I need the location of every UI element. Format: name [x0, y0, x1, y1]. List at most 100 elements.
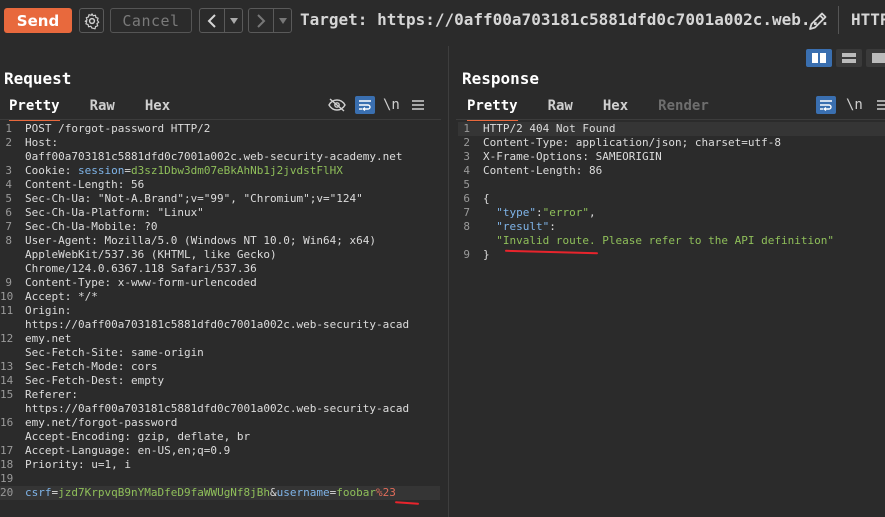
response-tab-raw[interactable]: Raw [548, 95, 573, 119]
code-text: Sec-Ch-Ua: "Not-A.Brand";v="99", "Chromi… [12, 192, 363, 206]
code-text: User-Agent: Mozilla/5.0 (Windows NT 10.0… [12, 234, 376, 248]
response-tab-divider [456, 119, 885, 120]
line-number: 9 [5, 276, 12, 289]
response-word-wrap-button[interactable] [816, 96, 836, 114]
response-menu-button[interactable] [873, 96, 885, 114]
line-number: 1 [463, 122, 470, 135]
line-number: 3 [5, 164, 12, 177]
code-token: Origin: [25, 304, 72, 317]
request-code-line: 10 Accept: */* [0, 290, 440, 304]
code-token: Referer: [25, 388, 78, 401]
layout-tabs-button[interactable] [866, 49, 885, 67]
code-text: Origin: [12, 304, 71, 318]
code-token: "error" [542, 206, 589, 219]
line-number: 11 [0, 304, 14, 317]
request-code-line: 11 Origin: [0, 304, 440, 318]
line-number: 13 [0, 360, 14, 373]
code-text: Sec-Ch-Ua-Mobile: ?0 [12, 220, 157, 234]
wrap-icon [820, 100, 832, 111]
code-token: https://0aff00a703181c5881dfd0c7001a002c… [25, 318, 410, 331]
code-text: https://0aff00a703181c5881dfd0c7001a002c… [12, 318, 409, 332]
line-number: 12 [0, 332, 14, 345]
code-token: Sec-Ch-Ua-Platform: "Linux" [25, 206, 204, 219]
code-text: Host: [12, 136, 58, 150]
line-number: 14 [0, 374, 14, 387]
request-editor[interactable]: 1 POST /forgot-password HTTP/2 2 Host: 0aff0… [0, 122, 440, 500]
single-pane-icon [872, 53, 885, 63]
line-number [0, 262, 12, 276]
response-code-line: 6{ [458, 192, 885, 206]
code-token: d3sz1Dbw3dm07eBkAhNb1j2jvdstFlHX [130, 164, 343, 177]
back-button[interactable] [199, 8, 243, 33]
response-tab-render[interactable]: Render [658, 95, 709, 119]
send-button[interactable]: Send [4, 8, 72, 33]
code-text: emy.net/forgot-password [12, 416, 177, 430]
code-token: { [483, 192, 490, 205]
chevron-left-icon [200, 9, 225, 32]
response-code-line: "Invalid route. Please refer to the API … [458, 234, 885, 248]
request-code-line: 7 Sec-Ch-Ua-Mobile: ?0 [0, 220, 440, 234]
code-token: = [124, 164, 131, 177]
response-show-newlines-button[interactable]: \n [846, 97, 863, 113]
code-text: Chrome/124.0.6367.118 Safari/537.36 [12, 262, 257, 276]
code-text: } [470, 248, 490, 262]
request-tab-raw[interactable]: Raw [90, 95, 115, 119]
request-code-line: 4 Content-Length: 56 [0, 178, 440, 192]
code-token: "type" [483, 206, 536, 219]
response-code-line: 4 Content-Length: 86 [458, 164, 885, 178]
code-text: 0aff00a703181c5881dfd0c7001a002c.web-sec… [12, 150, 403, 164]
line-number: 6 [463, 192, 470, 205]
line-number [458, 234, 470, 248]
code-text: csrf=jzd7KrpvqB9nYMaDfeD9faWWUgNf8jBh&us… [12, 486, 396, 500]
code-token: csrf [25, 486, 52, 499]
request-tab-pretty[interactable]: Pretty [9, 95, 60, 121]
chevron-down-icon[interactable] [225, 17, 242, 24]
response-editor[interactable]: 1 HTTP/2 404 Not Found 2 Content-Type: appl… [458, 122, 885, 262]
response-code-line: 8 "result": [458, 220, 885, 234]
request-code-line: 6 Sec-Ch-Ua-Platform: "Linux" [0, 206, 440, 220]
request-code-line: 3 Cookie: session=d3sz1Dbw3dm07eBkAhNb1j2… [0, 164, 440, 178]
response-code-line: 3 X-Frame-Options: SAMEORIGIN [458, 150, 885, 164]
request-tab-hex[interactable]: Hex [145, 95, 170, 119]
code-token: Accept-Encoding: gzip, deflate, br [25, 430, 251, 443]
code-token: POST /forgot-password HTTP/2 [25, 122, 211, 135]
word-wrap-button[interactable] [355, 96, 375, 114]
request-menu-button[interactable] [408, 96, 428, 114]
code-text: Sec-Fetch-Site: same-origin [12, 346, 204, 360]
chevron-right-icon [249, 9, 274, 32]
layout-stacked-button[interactable] [836, 49, 862, 67]
code-token: } [483, 248, 490, 261]
code-token: Sec-Fetch-Site: same-origin [25, 346, 204, 359]
response-tab-pretty[interactable]: Pretty [467, 95, 518, 121]
code-token: Sec-Fetch-Mode: cors [25, 360, 158, 373]
code-token: username [276, 486, 330, 499]
chevron-down-icon[interactable] [274, 17, 291, 24]
request-tabs: Pretty Raw Hex [9, 95, 200, 121]
layout-side-by-side-button[interactable] [806, 49, 832, 67]
line-number: 4 [463, 164, 470, 177]
code-token: foobar [336, 486, 377, 499]
code-text: POST /forgot-password HTTP/2 [12, 122, 210, 136]
code-token: Content-Length: 86 [483, 164, 603, 177]
rows-icon [842, 53, 856, 63]
edit-target-button[interactable] [805, 8, 831, 34]
request-code-line: 19 [0, 472, 440, 486]
line-number: 7 [5, 220, 12, 233]
settings-button[interactable] [79, 8, 104, 33]
code-text: X-Frame-Options: SAMEORIGIN [470, 150, 662, 164]
show-newlines-button[interactable]: \n [383, 97, 400, 113]
request-code-line: 9 Content-Type: x-www-form-urlencoded [0, 276, 440, 290]
http-version-label[interactable]: HTTP [851, 10, 885, 29]
cancel-button[interactable]: Cancel [110, 8, 192, 33]
response-tab-hex[interactable]: Hex [603, 95, 628, 119]
line-number: 18 [0, 458, 14, 471]
code-text: Sec-Fetch-Dest: empty [12, 374, 164, 388]
code-token: : [549, 220, 556, 233]
line-number: 8 [5, 234, 12, 247]
code-text: Content-Type: application/json; charset=… [470, 136, 781, 150]
panel-divider[interactable] [448, 46, 449, 517]
hide-nonprintable-button[interactable] [327, 96, 347, 114]
code-token: emy.net/forgot-password [25, 416, 178, 429]
forward-button[interactable] [248, 8, 292, 33]
